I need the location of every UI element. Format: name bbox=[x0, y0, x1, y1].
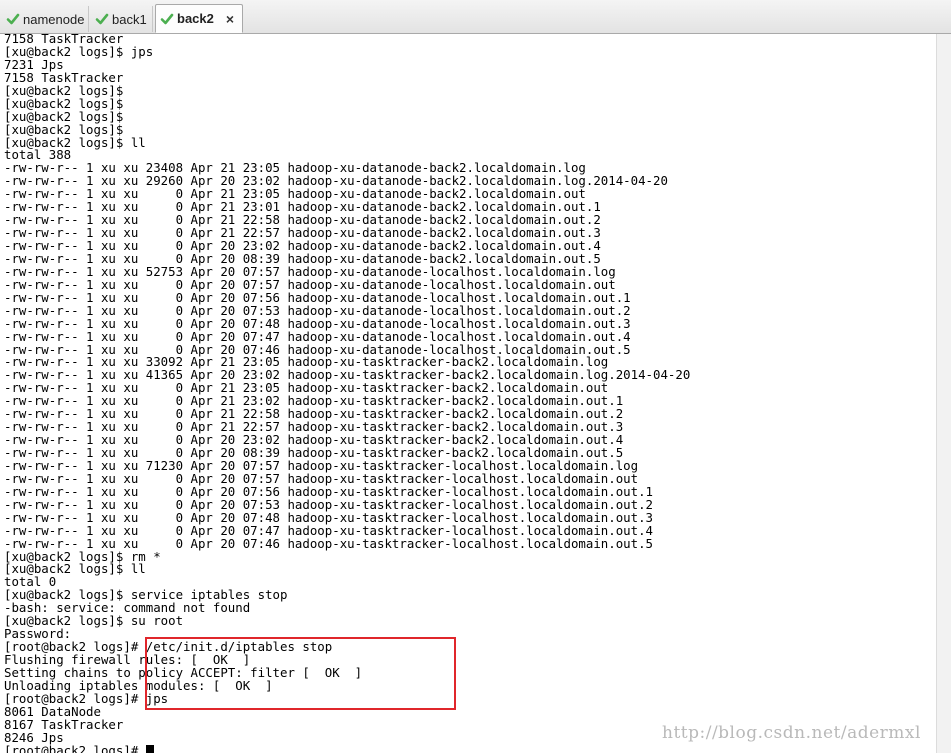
check-icon bbox=[160, 13, 174, 24]
tab-back2[interactable]: back2 × bbox=[155, 4, 243, 33]
highlight-box bbox=[145, 637, 456, 710]
terminal-line: [xu@back2 logs]$ bbox=[4, 95, 124, 111]
tab-namenode[interactable]: namenode bbox=[2, 6, 89, 32]
terminal-prompt: [root@back2 logs]# bbox=[4, 742, 146, 753]
check-icon bbox=[6, 13, 20, 25]
terminal-line: [root@back2 logs]# bbox=[4, 742, 936, 753]
text-cursor bbox=[145, 744, 154, 753]
check-icon bbox=[95, 13, 109, 25]
tab-back1[interactable]: back1 bbox=[91, 6, 153, 32]
terminal-line: [xu@back2 logs]$ ll bbox=[4, 561, 146, 577]
close-icon[interactable]: × bbox=[226, 11, 234, 27]
terminal-line: [xu@back2 logs]$ jps bbox=[4, 43, 154, 59]
terminal-line: 7158 TaskTracker bbox=[4, 69, 124, 85]
terminal-line: 8061 DataNode bbox=[4, 703, 101, 719]
tab-label: namenode bbox=[23, 11, 85, 27]
terminal-line: [xu@back2 logs]$ ll bbox=[4, 134, 146, 150]
tab-label: back1 bbox=[112, 11, 147, 27]
terminal-line: 7231 Jps bbox=[4, 56, 64, 72]
terminal-line: [xu@back2 logs]$ bbox=[4, 82, 124, 98]
watermark: http://blog.csdn.net/adermxl bbox=[662, 723, 921, 743]
terminal-line: [xu@back2 logs]$ bbox=[4, 108, 124, 124]
terminal-output[interactable]: 7158 TaskTracker [xu@back2 logs]$ jps 7231… bbox=[4, 33, 936, 753]
tab-bar: namenode back1 back2 × bbox=[0, 0, 951, 34]
terminal-line: [xu@back2 logs]$ su root bbox=[4, 613, 184, 629]
terminal-line: [root@back2 logs]# jps bbox=[4, 690, 169, 706]
vertical-scrollbar[interactable] bbox=[936, 34, 951, 753]
tab-label: back2 bbox=[177, 11, 214, 26]
